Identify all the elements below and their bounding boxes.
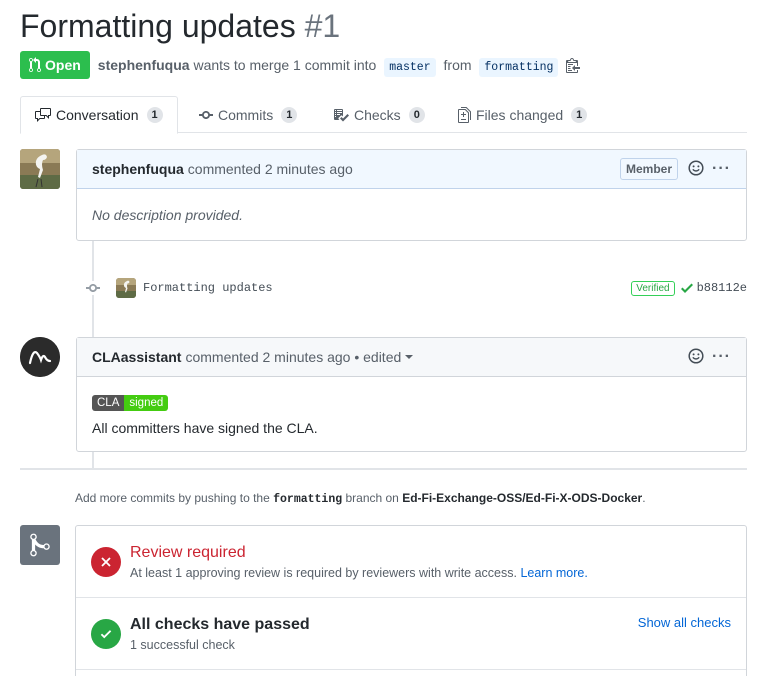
show-all-checks-link[interactable]: Show all checks xyxy=(638,615,731,630)
member-label: Member xyxy=(620,158,679,180)
base-branch[interactable]: master xyxy=(384,57,436,77)
from-text: from xyxy=(443,56,472,73)
commit-message-link[interactable]: Formatting updates xyxy=(143,281,273,295)
review-required-text: At least 1 approving review is required … xyxy=(130,565,517,580)
pr-title-text: Formatting updates xyxy=(20,8,296,44)
hint-repo: Ed-Fi-Exchange-OSS/Ed-Fi-X-ODS-Docker xyxy=(402,491,643,505)
comment-author[interactable]: stephenfuqua xyxy=(92,161,184,177)
check-icon xyxy=(680,283,693,293)
pr-title: Formatting updates #1 xyxy=(20,8,340,45)
cla-signed-badge[interactable]: CLA signed xyxy=(92,395,169,411)
pr-author-link[interactable]: stephenfuqua xyxy=(98,57,190,73)
file-diff-icon xyxy=(458,106,471,123)
checks-passed-item: All checks have passed 1 successful chec… xyxy=(76,598,746,670)
tab-counter: 0 xyxy=(408,106,425,123)
tab-commits[interactable]: Commits 1 xyxy=(199,96,298,133)
cla-badge-left: CLA xyxy=(92,395,125,411)
triangle-down-icon[interactable] xyxy=(405,353,414,361)
timeline-commit: Formatting updates Verified b88112e xyxy=(86,276,747,300)
timeline-divider xyxy=(20,468,747,470)
kebab-horizontal-icon[interactable]: ··· xyxy=(712,161,731,177)
comment-header: stephenfuqua commented 2 minutes ago Mem… xyxy=(77,150,746,189)
comment-timestamp[interactable]: commented 2 minutes ago • edited xyxy=(185,349,401,365)
tab-counter: 1 xyxy=(571,106,588,123)
review-required-item: Review required At least 1 approving rev… xyxy=(76,526,746,598)
comment-text: All committers have signed the CLA. xyxy=(92,420,318,436)
hint-middle: branch on xyxy=(345,491,399,505)
tab-label: Commits xyxy=(218,106,274,123)
merge-description: stephenfuqua wants to merge 1 commit int… xyxy=(98,56,563,77)
comment-body: CLA signed All committers have signed th… xyxy=(77,377,746,436)
merge-text: wants to merge 1 commit into xyxy=(193,56,377,73)
learn-more-link[interactable]: Learn more. xyxy=(520,566,587,580)
tab-label: Files changed xyxy=(476,106,564,123)
tab-counter: 1 xyxy=(146,107,163,123)
avatar[interactable] xyxy=(20,337,60,377)
comment-header: CLAassistant commented 2 minutes ago • e… xyxy=(77,338,746,377)
review-required-sub: At least 1 approving review is required … xyxy=(130,566,588,580)
tab-files-changed[interactable]: Files changed 1 xyxy=(458,96,588,133)
comment-author[interactable]: CLAassistant xyxy=(92,349,181,365)
avatar[interactable] xyxy=(20,149,60,189)
comment-box: stephenfuqua commented 2 minutes ago Mem… xyxy=(76,149,747,241)
pr-number: #1 xyxy=(304,8,341,44)
checks-passed-title: All checks have passed xyxy=(130,615,310,633)
commit-sha[interactable]: b88112e xyxy=(680,280,747,296)
smiley-icon[interactable] xyxy=(688,347,704,367)
git-commit-icon xyxy=(199,110,213,119)
tab-label: Conversation xyxy=(56,107,139,123)
state-label: Open xyxy=(45,57,81,73)
smiley-icon[interactable] xyxy=(688,159,704,179)
merge-status-box: Review required At least 1 approving rev… xyxy=(75,525,747,676)
hint-prefix: Add more commits by pushing to the xyxy=(75,491,270,505)
checks-passed-sub: 1 successful check xyxy=(130,637,235,652)
pr-meta: Open stephenfuqua wants to merge 1 commi… xyxy=(20,51,581,79)
comment-box: CLAassistant commented 2 minutes ago • e… xyxy=(76,337,747,452)
git-commit-icon xyxy=(86,281,100,295)
hint-suffix: . xyxy=(642,491,646,505)
git-merge-icon xyxy=(20,525,60,565)
tab-label: Checks xyxy=(354,106,401,123)
x-icon xyxy=(91,546,121,577)
pr-tabs: Conversation 1 Commits 1 Checks 0 Files … xyxy=(20,96,747,134)
head-branch[interactable]: formatting xyxy=(479,57,559,77)
review-required-title: Review required xyxy=(130,543,246,561)
checklist-icon xyxy=(334,108,349,121)
kebab-horizontal-icon[interactable]: ··· xyxy=(712,349,731,365)
state-badge: Open xyxy=(20,51,90,79)
verified-badge[interactable]: Verified xyxy=(631,280,675,296)
hint-branch: formatting xyxy=(273,493,343,506)
tab-checks[interactable]: Checks 0 xyxy=(333,96,425,133)
clippy-icon[interactable] xyxy=(566,57,581,73)
comment-discussion-icon xyxy=(35,108,51,122)
git-pull-request-icon xyxy=(29,57,41,73)
cla-badge-right: signed xyxy=(124,395,169,411)
tab-counter: 1 xyxy=(281,106,298,123)
push-hint: Add more commits by pushing to the forma… xyxy=(75,491,646,506)
comment-body: No description provided. xyxy=(92,207,243,223)
commit-sha-text: b88112e xyxy=(696,281,747,295)
tab-conversation[interactable]: Conversation 1 xyxy=(20,96,178,134)
check-icon xyxy=(91,618,121,649)
comment-timestamp[interactable]: commented 2 minutes ago xyxy=(188,161,353,177)
avatar[interactable] xyxy=(116,278,136,298)
